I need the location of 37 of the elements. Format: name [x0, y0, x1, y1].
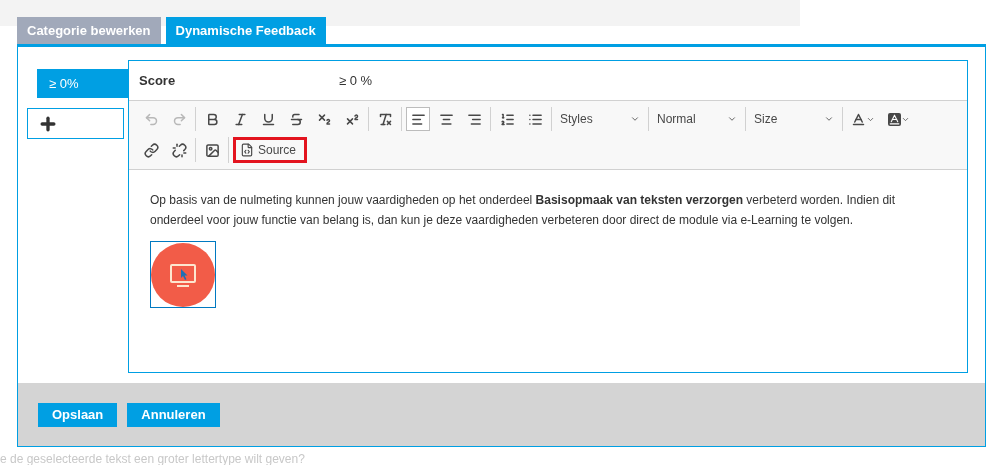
align-right-icon: [466, 111, 482, 127]
caret-icon: [824, 114, 834, 124]
monitor-icon: [151, 242, 215, 307]
caret-icon: [630, 114, 640, 124]
range-tab[interactable]: ≥ 0%: [37, 69, 128, 98]
strikethrough-icon: [288, 111, 304, 127]
format-dropdown[interactable]: Size: [750, 107, 838, 131]
format-dropdown[interactable]: Normal: [653, 107, 741, 131]
subscript-icon: [316, 111, 332, 127]
score-value: ≥ 0 %: [339, 73, 373, 88]
feedback-paragraph: Op basis van de nulmeting kunnen jouw vaardigheden op het onderdeel Basisopmaak van teksten verzorgen verbeterd worden. Indien dit onderdeel voor jouw functie van belang is, dan kun je deze vaardigheden verbeteren door direct de module via e-Learning te volgen.: [150, 192, 897, 229]
bullet-list-icon: [527, 111, 543, 127]
remove-format-icon: [377, 111, 393, 127]
format-dropdown[interactable]: Styles: [556, 107, 644, 131]
source-button[interactable]: Source: [233, 137, 308, 163]
align-left-button[interactable]: [406, 107, 430, 131]
tab[interactable]: Categorie bewerken: [17, 17, 161, 44]
unlink-icon: [171, 142, 187, 158]
footer-button[interactable]: Opslaan: [38, 402, 118, 427]
italic-icon: [232, 111, 248, 127]
link-icon: [143, 142, 159, 158]
score-label: Score: [139, 73, 177, 88]
image-icon: [204, 142, 220, 158]
tab[interactable]: Dynamische Feedback: [165, 17, 326, 44]
caret-icon: [727, 114, 737, 124]
footer-button[interactable]: Annuleren: [127, 402, 220, 427]
superscript-icon: [344, 111, 360, 127]
add-button[interactable]: [27, 108, 124, 139]
numbered-list-icon: [499, 111, 515, 127]
align-left-icon: [410, 111, 426, 127]
underline-icon: [260, 111, 276, 127]
code-file-icon: [240, 143, 254, 157]
undo-icon: [143, 111, 159, 127]
background-color-icon: [888, 112, 901, 126]
align-center-icon: [438, 111, 454, 127]
text-color-icon: [851, 111, 866, 127]
redo-icon: [171, 111, 187, 127]
